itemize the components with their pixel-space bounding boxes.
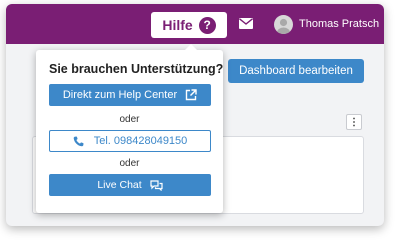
phone-number: Tel. 098428049150	[93, 135, 188, 147]
phone-icon	[73, 136, 84, 147]
separator-or: oder	[119, 114, 140, 125]
help-button[interactable]: Hilfe ?	[151, 12, 227, 38]
help-button-label: Hilfe	[162, 17, 193, 33]
more-options-icon[interactable]: ⋮	[346, 114, 362, 130]
app-window: Hilfe ? Thomas Pratsch Dashboard bearbei…	[6, 4, 384, 226]
envelope-icon[interactable]	[239, 18, 253, 29]
user-name[interactable]: Thomas Pratsch	[299, 18, 379, 30]
popover-arrow	[184, 44, 198, 51]
phone-button[interactable]: Tel. 098428049150	[49, 130, 211, 152]
separator-or: oder	[119, 158, 140, 169]
help-center-button-label: Direkt zum Help Center	[62, 89, 178, 101]
avatar[interactable]	[274, 15, 293, 34]
help-popover: Sie brauchen Unterstützung? Direkt zum H…	[36, 44, 224, 213]
chat-bubbles-icon	[150, 179, 163, 191]
popover-title: Sie brauchen Unterstützung?	[49, 62, 224, 76]
live-chat-button[interactable]: Live Chat	[49, 174, 211, 196]
edit-dashboard-button[interactable]: Dashboard bearbeiten	[228, 59, 364, 83]
question-mark-icon: ?	[198, 16, 216, 34]
top-bar: Hilfe ? Thomas Pratsch	[6, 4, 384, 44]
live-chat-button-label: Live Chat	[97, 179, 142, 191]
external-link-icon	[185, 89, 197, 101]
help-center-button[interactable]: Direkt zum Help Center	[49, 84, 211, 106]
